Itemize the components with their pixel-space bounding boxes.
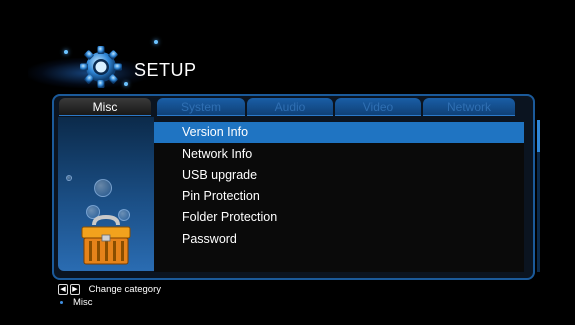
left-arrow-key-icon: ◀ bbox=[58, 284, 68, 295]
menu-item-folder-protection[interactable]: Folder Protection bbox=[154, 207, 524, 228]
bubble bbox=[94, 179, 112, 197]
tab-misc[interactable]: Misc bbox=[59, 98, 151, 116]
scrollbar-thumb[interactable] bbox=[537, 120, 540, 152]
right-arrow-key-icon: ▶ bbox=[70, 284, 80, 295]
sparkle bbox=[64, 50, 68, 54]
menu-item-pin-protection[interactable]: Pin Protection bbox=[154, 186, 524, 207]
current-category-label: Misc bbox=[73, 297, 93, 309]
menu-item-usb-upgrade[interactable]: USB upgrade bbox=[154, 165, 524, 186]
settings-menu: Version Info Network Info USB upgrade Pi… bbox=[154, 122, 524, 272]
gear-icon bbox=[74, 40, 128, 94]
toolbox-icon bbox=[78, 214, 134, 267]
menu-item-version-info[interactable]: Version Info bbox=[154, 122, 524, 143]
setup-header: SETUP bbox=[28, 36, 258, 96]
tab-audio[interactable]: Audio bbox=[247, 98, 333, 116]
category-illustration bbox=[58, 117, 154, 271]
footer-hints: ◀ ▶ Change category Misc bbox=[58, 284, 161, 308]
bubble bbox=[66, 175, 72, 181]
sparkle bbox=[124, 82, 128, 86]
bullet-icon bbox=[60, 301, 63, 304]
menu-item-network-info[interactable]: Network Info bbox=[154, 144, 524, 165]
sparkle bbox=[154, 40, 158, 44]
hint-label: Change category bbox=[88, 284, 161, 296]
tab-network[interactable]: Network bbox=[423, 98, 515, 116]
menu-item-password[interactable]: Password bbox=[154, 229, 524, 250]
tab-system[interactable]: System bbox=[157, 98, 245, 116]
tab-video[interactable]: Video bbox=[335, 98, 421, 116]
page-title: SETUP bbox=[134, 60, 197, 80]
current-category: Misc bbox=[58, 297, 161, 308]
hint-change-category: ◀ ▶ Change category bbox=[58, 284, 161, 295]
